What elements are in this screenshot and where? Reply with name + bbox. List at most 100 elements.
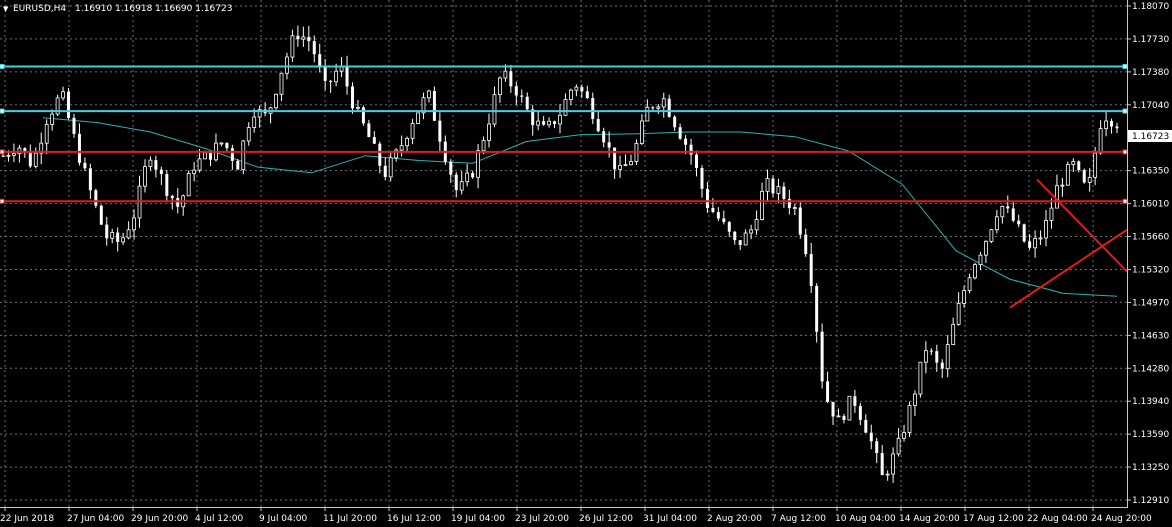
candle-bull — [44, 124, 49, 144]
candle-bear — [831, 401, 835, 417]
candle-bear — [695, 154, 699, 168]
time-tick-label: 14 Aug 20:00 — [899, 514, 960, 524]
candle-bull — [1044, 219, 1048, 239]
candle-bull — [279, 72, 284, 95]
candle-bull — [476, 150, 480, 178]
time-tick-label: 17 Aug 12:00 — [963, 514, 1024, 524]
candle-bear — [88, 168, 92, 191]
candle-bull — [1055, 185, 1059, 209]
candle-bear — [651, 107, 655, 109]
candle-bull — [836, 415, 841, 418]
candle-bull — [203, 152, 207, 160]
axes — [0, 0, 1128, 508]
trendlines-layer[interactable] — [1009, 178, 1128, 309]
candle-bull — [1060, 184, 1065, 187]
time-tick-label: 11 Jul 20:00 — [323, 514, 377, 524]
candle-bull — [967, 277, 972, 291]
candle-bear — [225, 142, 229, 149]
candle-bull — [1071, 161, 1076, 165]
horizontal-levels-layer[interactable] — [0, 63, 1128, 204]
candle-bull — [765, 178, 770, 192]
candle-bear — [520, 95, 524, 97]
time-tick-label: 19 Jul 04:00 — [451, 514, 505, 524]
candle-bear — [28, 152, 32, 167]
candle-bull — [246, 127, 251, 142]
candle-bear — [378, 143, 382, 166]
candle-bear — [722, 218, 726, 223]
candle-bull — [465, 172, 470, 183]
candle-bear — [853, 396, 857, 406]
candle-bull — [994, 216, 999, 231]
candle-bull — [749, 229, 754, 234]
candle-bear — [1, 155, 5, 157]
candle-bull — [907, 405, 912, 434]
candle-bull — [186, 173, 191, 197]
candle-bull — [962, 290, 966, 304]
price-tick-label: 1.15660 — [1132, 233, 1169, 243]
chart-title: ▼ EURUSD,H4 1.16910 1.16918 1.16690 1.16… — [3, 4, 232, 14]
candle-bull — [645, 106, 650, 122]
level-anchor-left[interactable] — [0, 108, 5, 114]
candle-bear — [329, 80, 333, 82]
candle-bear — [77, 133, 81, 163]
time-tick-label: 16 Jul 12:00 — [387, 514, 441, 524]
candle-bear — [705, 188, 709, 209]
candle-bear — [591, 98, 595, 119]
ohlc-values-label: 1.16910 1.16918 1.16690 1.16723 — [75, 4, 232, 14]
candlestick-chart[interactable]: 1.18070 1.17730 1.17380 1.17040 1.16350 1.160… — [0, 0, 1172, 527]
candle-bull — [1033, 238, 1037, 249]
candle-bear — [673, 116, 677, 128]
candle-bull — [760, 190, 764, 220]
time-tick-label: 27 Jun 04:00 — [67, 514, 124, 524]
candle-bear — [935, 351, 939, 363]
candle-bear — [667, 98, 671, 117]
candle-bull — [61, 91, 65, 99]
level-anchor-left[interactable] — [0, 63, 5, 69]
candle-bull — [498, 77, 502, 96]
candle-bear — [940, 362, 944, 369]
time-tick-label: 31 Jul 04:00 — [643, 514, 697, 524]
level-anchor-right[interactable] — [1122, 149, 1128, 155]
level-anchor-left[interactable] — [0, 149, 5, 155]
candle-bear — [83, 162, 87, 169]
candle-bear — [787, 198, 791, 208]
level-anchor-right[interactable] — [1122, 63, 1128, 69]
time-tick-label: 2 Aug 20:00 — [707, 514, 762, 524]
menu-triangle-icon[interactable]: ▼ — [3, 5, 9, 13]
candle-bull — [241, 140, 246, 171]
candle-bull — [492, 94, 497, 125]
candle-bull — [143, 166, 147, 187]
candle-bull — [197, 158, 202, 171]
candle-bear — [350, 86, 354, 109]
candle-bull — [285, 56, 289, 74]
candle-bear — [449, 161, 453, 175]
candle-bear — [165, 174, 169, 196]
candle-bear — [842, 415, 846, 421]
candle-bull — [1065, 164, 1070, 186]
time-tick-label: 29 Jun 20:00 — [131, 514, 188, 524]
time-tick-label: 22 Jun 2018 — [0, 514, 54, 524]
price-tick-label: 1.16010 — [1132, 200, 1169, 210]
candle-bull — [956, 303, 961, 325]
candle-bull — [1049, 207, 1054, 221]
candle-bull — [1038, 237, 1043, 240]
time-tick-label: 10 Aug 04:00 — [835, 514, 896, 524]
candle-bull — [481, 140, 486, 152]
candle-bear — [815, 285, 819, 332]
trendline[interactable] — [1036, 178, 1128, 273]
candle-bull — [792, 207, 797, 209]
level-anchor-left[interactable] — [0, 198, 5, 204]
candle-bull — [661, 98, 666, 108]
price-tick-label: 1.14280 — [1132, 364, 1169, 374]
candle-bear — [875, 441, 879, 454]
candle-bull — [12, 153, 16, 156]
level-anchor-right[interactable] — [1122, 108, 1128, 114]
candle-bull — [487, 123, 491, 141]
candle-bull — [847, 395, 852, 421]
level-anchor-right[interactable] — [1122, 198, 1128, 204]
candle-bear — [72, 117, 76, 134]
candle-bear — [733, 231, 737, 241]
price-tick-label: 1.17380 — [1132, 68, 1169, 78]
candle-bear — [318, 54, 322, 67]
price-tick-label: 1.13940 — [1132, 397, 1169, 407]
